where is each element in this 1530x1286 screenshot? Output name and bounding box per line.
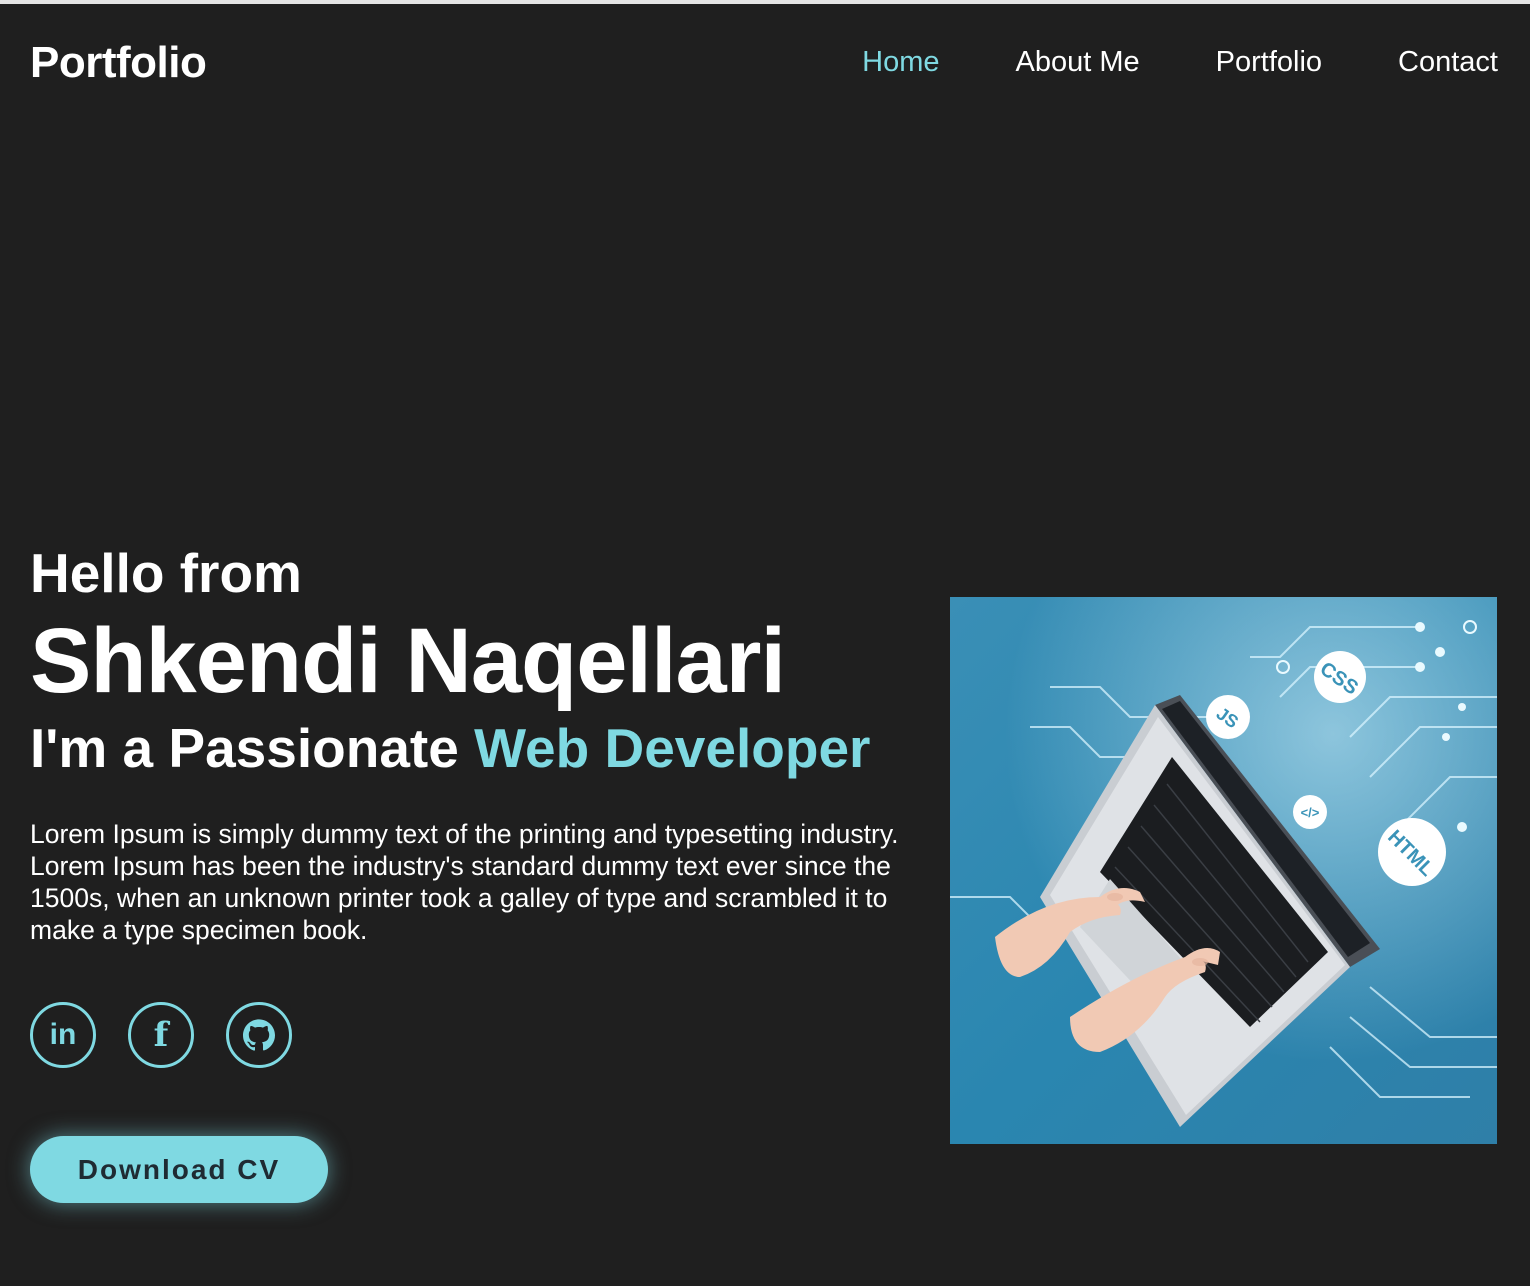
hero-role: I'm a Passionate Web Developer — [30, 716, 950, 780]
hero-image: CSS JS </> HTML — [950, 597, 1497, 1144]
hero-description: Lorem Ipsum is simply dummy text of the … — [30, 819, 899, 945]
hero-text: Hello from Shkendi Naqellari I'm a Passi… — [30, 540, 950, 1068]
linkedin-icon: in — [49, 1018, 77, 1051]
role-highlight: Web Developer — [474, 717, 871, 779]
nav-about-me[interactable]: About Me — [1016, 46, 1140, 79]
linkedin-link[interactable]: in — [30, 1002, 96, 1068]
social-links: in f — [30, 1002, 950, 1068]
top-border-strip — [0, 0, 1530, 4]
hero-greeting: Hello from — [30, 542, 302, 604]
role-prefix: I'm a Passionate — [30, 717, 459, 779]
download-cv-button[interactable]: Download CV — [30, 1136, 328, 1203]
github-link[interactable] — [226, 1002, 292, 1068]
nav-home[interactable]: Home — [862, 46, 939, 79]
hero-name: Shkendi Naqellari — [30, 610, 786, 712]
site-logo[interactable]: Portfolio — [30, 38, 207, 88]
svg-text:</>: </> — [1301, 805, 1320, 820]
nav-contact[interactable]: Contact — [1398, 46, 1498, 79]
facebook-icon: f — [153, 1015, 169, 1055]
laptop-coding-illustration: CSS JS </> HTML — [950, 597, 1497, 1144]
main-nav: Home About Me Portfolio Contact — [862, 46, 1498, 79]
facebook-link[interactable]: f — [128, 1002, 194, 1068]
nav-portfolio[interactable]: Portfolio — [1216, 46, 1322, 79]
github-icon — [243, 1019, 275, 1051]
